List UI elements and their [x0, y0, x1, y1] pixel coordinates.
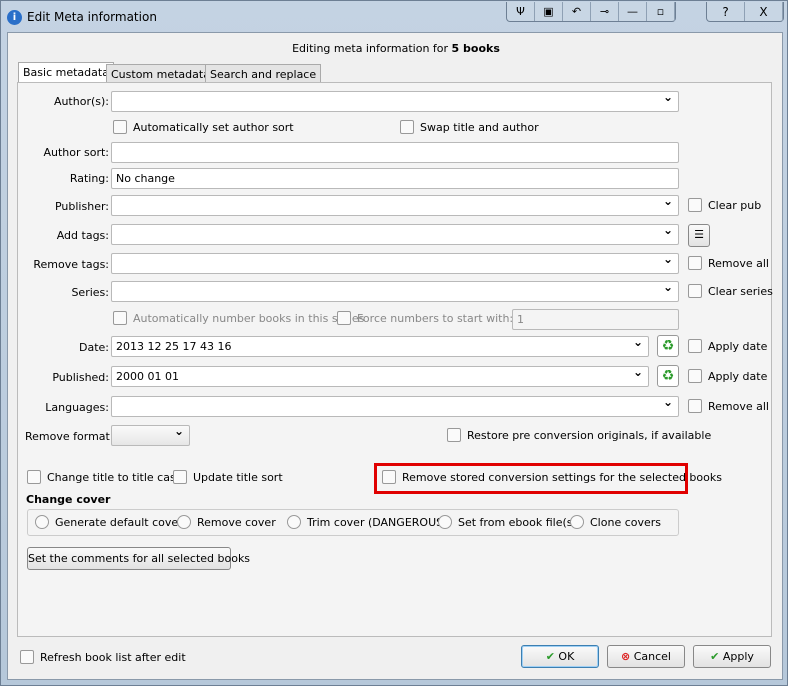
radio-label: Remove cover: [197, 515, 276, 529]
apply-published-label: Apply date: [708, 369, 768, 383]
radio-label: Generate default cover: [55, 515, 183, 529]
heading-text: Editing meta information for: [292, 42, 452, 55]
dialog-window: i Edit Meta information Ψ ▣ ↶ ⊸ — ▫ ? X …: [0, 0, 788, 686]
clear-pub-label: Clear pub: [708, 198, 762, 212]
tab-search-replace[interactable]: Search and replace: [205, 64, 322, 83]
radio-clone-covers[interactable]: Clone covers: [570, 515, 661, 529]
radio-set-from-ebook[interactable]: Set from ebook file(s): [438, 515, 577, 529]
set-comments-button[interactable]: Set the comments for all selected books: [27, 547, 250, 570]
tag-editor-button[interactable]: ☰: [688, 224, 710, 247]
list-icon: ☰: [694, 228, 704, 241]
remove-conversion-checkbox[interactable]: Remove stored conversion settings for th…: [382, 470, 722, 484]
tab-basic-metadata[interactable]: Basic metadata: [18, 62, 114, 84]
publisher-label: Publisher:: [54, 200, 109, 213]
radio-generate-cover[interactable]: Generate default cover: [35, 515, 183, 529]
author-sort-input[interactable]: [111, 142, 679, 163]
radio-remove-cover[interactable]: Remove cover: [177, 515, 276, 529]
minimize-icon[interactable]: —: [619, 2, 647, 21]
apply-label: Apply: [722, 650, 754, 663]
radio-trim-cover[interactable]: Trim cover (DANGEROUS): [287, 515, 447, 529]
published-label: Published:: [52, 371, 109, 384]
radio-label: Clone covers: [590, 515, 662, 529]
remove-conversion-label: Remove stored conversion settings for th…: [402, 470, 722, 484]
clear-series-checkbox[interactable]: Clear series: [688, 284, 773, 298]
date-input[interactable]: 2013 12 25 17 43 16: [111, 335, 649, 357]
publisher-combobox[interactable]: [111, 194, 679, 216]
auto-author-sort-checkbox[interactable]: Automatically set author sort: [113, 120, 294, 134]
tab-custom-metadata[interactable]: Custom metadata: [106, 64, 215, 83]
author-sort-label: Author sort:: [43, 146, 109, 159]
swap-title-checkbox[interactable]: Swap title and author: [400, 120, 539, 134]
remove-tags-label: Remove tags:: [33, 258, 109, 271]
languages-combobox[interactable]: [111, 395, 679, 417]
restore-pre-label: Restore pre conversion originals, if ava…: [467, 428, 712, 442]
pin-icon[interactable]: Ψ: [507, 2, 535, 21]
cancel-label: Cancel: [633, 650, 671, 663]
add-tags-label: Add tags:: [56, 229, 109, 242]
book-count: 5 books: [451, 42, 500, 55]
clear-date-button[interactable]: ♻: [657, 335, 679, 357]
auto-number-checkbox[interactable]: Automatically number books in this serie…: [113, 311, 364, 325]
window-title: Edit Meta information: [27, 10, 157, 24]
rating-spinbox[interactable]: No change: [111, 168, 679, 189]
series-label: Series:: [71, 286, 109, 299]
title-toolbar: Ψ ▣ ↶ ⊸ — ▫: [506, 2, 676, 22]
restore-icon[interactable]: ▣: [535, 2, 563, 21]
check-icon: ✔: [545, 650, 555, 663]
check-icon: ✔: [710, 650, 720, 663]
undo-icon[interactable]: ↶: [563, 2, 591, 21]
apply-published-checkbox[interactable]: Apply date: [688, 369, 767, 383]
radio-label: Trim cover (DANGEROUS): [307, 515, 448, 529]
clear-pub-checkbox[interactable]: Clear pub: [688, 198, 761, 212]
remove-all-tags-label: Remove all: [708, 256, 769, 270]
auto-author-sort-label: Automatically set author sort: [133, 120, 294, 134]
title-case-checkbox[interactable]: Change title to title case: [27, 470, 182, 484]
ok-button[interactable]: ✔ OK: [521, 645, 599, 668]
rating-label: Rating:: [69, 172, 109, 185]
clear-series-label: Clear series: [708, 284, 773, 298]
remove-format-label: Remove format:: [25, 430, 114, 443]
date-label: Date:: [79, 341, 109, 354]
title-case-label: Change title to title case: [47, 470, 183, 484]
apply-date-checkbox[interactable]: Apply date: [688, 339, 767, 353]
remove-all-tags-checkbox[interactable]: Remove all: [688, 256, 769, 270]
force-numbers-label: Force numbers to start with:: [357, 311, 514, 325]
help-button[interactable]: ?: [707, 2, 745, 21]
title-buttons: ? X: [706, 2, 784, 22]
remove-format-combobox[interactable]: [111, 424, 190, 446]
change-cover-heading: Change cover: [26, 493, 111, 506]
refresh-list-label: Refresh book list after edit: [40, 650, 186, 664]
refresh-list-checkbox[interactable]: Refresh book list after edit: [20, 650, 186, 664]
radio-label: Set from ebook file(s): [458, 515, 577, 529]
maximize-icon[interactable]: ▫: [647, 2, 675, 21]
auto-number-label: Automatically number books in this serie…: [133, 311, 365, 325]
dialog-client: Editing meta information for 5 books Bas…: [7, 32, 783, 680]
languages-label: Languages:: [45, 401, 109, 414]
info-icon: i: [7, 10, 22, 25]
swap-title-label: Swap title and author: [420, 120, 539, 134]
remove-all-langs-checkbox[interactable]: Remove all: [688, 399, 769, 413]
authors-combobox[interactable]: [111, 90, 679, 112]
restore-pre-checkbox[interactable]: Restore pre conversion originals, if ava…: [447, 428, 711, 442]
remove-tags-combobox[interactable]: [111, 252, 679, 274]
ok-label: OK: [558, 650, 575, 663]
clear-published-button[interactable]: ♻: [657, 365, 679, 387]
close-button[interactable]: X: [745, 2, 783, 21]
add-tags-combobox[interactable]: [111, 223, 679, 245]
authors-label: Author(s):: [53, 95, 109, 108]
basic-metadata-pane: Author(s): Automatically set author sort…: [17, 82, 773, 637]
update-title-sort-label: Update title sort: [193, 470, 283, 484]
pin-window-icon[interactable]: ⊸: [591, 2, 619, 21]
series-start-spinbox[interactable]: 1: [512, 309, 679, 330]
force-numbers-checkbox[interactable]: Force numbers to start with:: [337, 311, 513, 325]
series-combobox[interactable]: [111, 280, 679, 302]
remove-all-langs-label: Remove all: [708, 399, 769, 413]
apply-date-label: Apply date: [708, 339, 768, 353]
apply-button[interactable]: ✔ Apply: [693, 645, 771, 668]
update-title-sort-checkbox[interactable]: Update title sort: [173, 470, 283, 484]
cancel-button[interactable]: ⊗ Cancel: [607, 645, 685, 668]
published-input[interactable]: 2000 01 01: [111, 365, 649, 387]
heading: Editing meta information for 5 books: [8, 42, 784, 55]
cancel-icon: ⊗: [621, 650, 631, 663]
